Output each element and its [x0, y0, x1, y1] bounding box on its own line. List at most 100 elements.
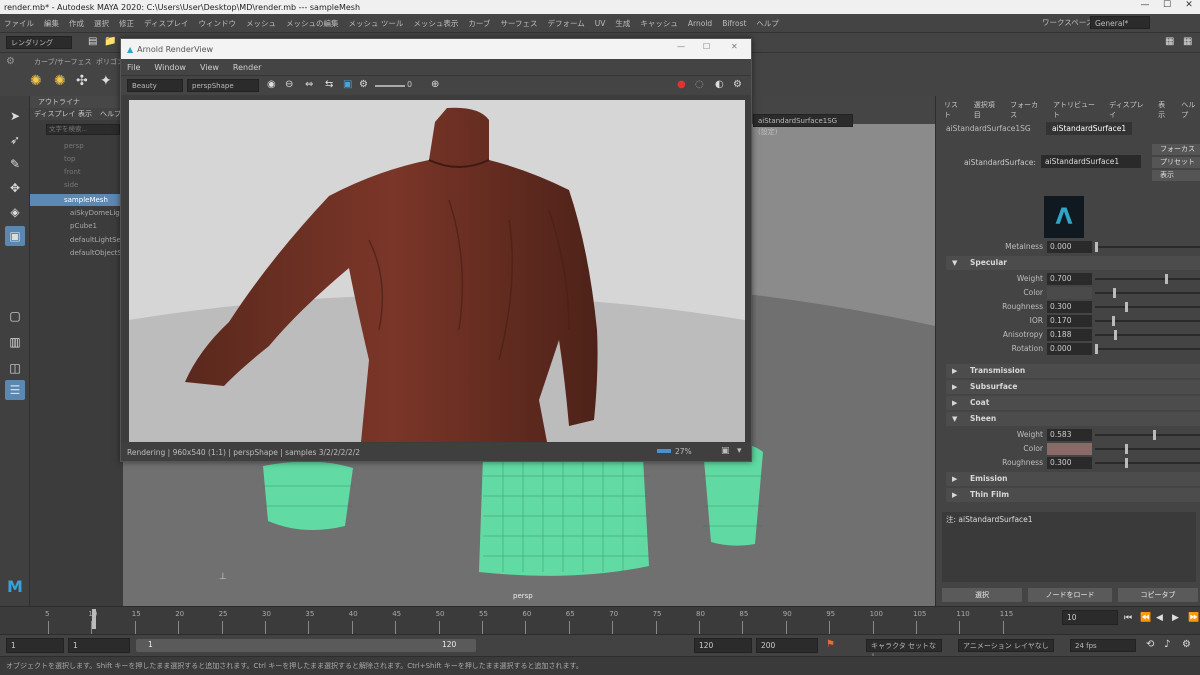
- exposure-slider[interactable]: [375, 85, 405, 87]
- anim-prefs-icon[interactable]: ⚙: [1182, 639, 1191, 650]
- rv-menu-window[interactable]: Window: [154, 63, 186, 72]
- sound-icon[interactable]: ♪: [1164, 639, 1170, 650]
- range-bar[interactable]: 1 120: [136, 639, 476, 652]
- attr-menu-show[interactable]: 表示: [1158, 100, 1171, 119]
- spec-ior-field[interactable]: 0.170: [1047, 315, 1092, 327]
- menu-help[interactable]: ヘルプ: [756, 18, 779, 29]
- menu-file[interactable]: ファイル: [4, 18, 34, 29]
- outliner-layout-icon[interactable]: ☰: [5, 380, 25, 400]
- camera-dropdown[interactable]: perspShape: [187, 79, 259, 92]
- outliner-menu-help[interactable]: ヘルプ: [100, 108, 121, 120]
- attr-menu-list[interactable]: リスト: [944, 100, 964, 119]
- open-scene-icon[interactable]: 📁: [104, 36, 116, 47]
- rv-menu-file[interactable]: File: [127, 63, 140, 72]
- copy-tab-button[interactable]: コピータブ: [1118, 588, 1198, 602]
- menu-select[interactable]: 選択: [94, 18, 109, 29]
- menu-window[interactable]: ウィンドウ: [198, 18, 236, 29]
- spot-light-icon[interactable]: ✦: [100, 73, 112, 89]
- layout-single-icon[interactable]: ▢: [5, 306, 25, 326]
- rgb-channels-icon[interactable]: ⊖: [285, 79, 293, 90]
- sheen-weight-slider[interactable]: [1095, 430, 1200, 440]
- metalness-field[interactable]: 0.000: [1047, 241, 1092, 253]
- outliner-item-skydome[interactable]: aiSkyDomeLight: [30, 207, 127, 219]
- sheen-weight-field[interactable]: 0.583: [1047, 429, 1092, 441]
- focus-button[interactable]: フォーカス: [1152, 144, 1200, 155]
- material-dropdown[interactable]: aiStandardSurface1SG (設定): [753, 114, 853, 136]
- show-button[interactable]: 表示: [1152, 170, 1200, 181]
- spec-color-knob[interactable]: [1113, 288, 1116, 298]
- menu-edit-mesh[interactable]: メッシュの編集: [286, 18, 339, 29]
- outliner-item-top[interactable]: top: [30, 153, 123, 165]
- outliner-item-persp[interactable]: persp: [30, 140, 123, 152]
- area-light-icon[interactable]: ✣: [76, 73, 88, 89]
- menu-mesh[interactable]: メッシュ: [246, 18, 276, 29]
- metalness-knob[interactable]: [1095, 242, 1098, 252]
- presets-button[interactable]: プリセット: [1152, 157, 1200, 168]
- spec-weight-knob[interactable]: [1165, 274, 1168, 284]
- minimize-icon[interactable]: —: [1134, 0, 1156, 14]
- playhead[interactable]: [92, 609, 96, 629]
- light-icon-2[interactable]: ✺: [54, 73, 66, 89]
- sheen-color-knob[interactable]: [1125, 444, 1128, 454]
- outliner-search-input[interactable]: [46, 124, 120, 135]
- spec-rotation-field[interactable]: 0.000: [1047, 343, 1092, 355]
- sheen-weight-knob[interactable]: [1153, 430, 1156, 440]
- menuset-dropdown[interactable]: レンダリング: [6, 36, 72, 49]
- aov-dropdown[interactable]: Beauty: [127, 79, 183, 92]
- paint-tool-icon[interactable]: ✎: [5, 154, 25, 174]
- step-back-icon[interactable]: ⏪: [1140, 613, 1151, 623]
- settings-icon[interactable]: ▦: [1183, 36, 1192, 47]
- render-region-icon[interactable]: ◉: [267, 79, 276, 90]
- play-back-icon[interactable]: ◀: [1156, 613, 1163, 623]
- auto-key-icon[interactable]: ⚑: [826, 639, 835, 650]
- attr-tab-surface[interactable]: aiStandardSurface1: [1046, 122, 1133, 135]
- attr-menu-display[interactable]: ディスプレイ: [1109, 100, 1148, 119]
- range-start-field[interactable]: 1: [68, 638, 130, 653]
- menu-create[interactable]: 作成: [69, 18, 84, 29]
- sheen-section[interactable]: ▼ Sheen: [946, 412, 1200, 426]
- refresh-icon[interactable]: ◌: [695, 79, 704, 90]
- spec-anisotropy-field[interactable]: 0.188: [1047, 329, 1092, 341]
- attr-menu-attributes[interactable]: アトリビュート: [1053, 100, 1099, 119]
- emission-section[interactable]: ▶ Emission: [946, 472, 1200, 486]
- menu-surfaces[interactable]: サーフェス: [500, 18, 537, 29]
- spec-rotation-knob[interactable]: [1095, 344, 1098, 354]
- menu-mesh-tools[interactable]: メッシュ ツール: [348, 18, 403, 29]
- menu-cache[interactable]: キャッシュ: [640, 18, 678, 29]
- outliner-menu-display[interactable]: ディスプレイ: [34, 108, 76, 120]
- spec-anisotropy-knob[interactable]: [1114, 330, 1117, 340]
- spec-ior-slider[interactable]: [1095, 316, 1200, 326]
- outliner-item-lightset[interactable]: defaultLightSet: [30, 234, 124, 246]
- sheen-roughness-field[interactable]: 0.300: [1047, 457, 1092, 469]
- maximize-icon[interactable]: ☐: [1156, 0, 1178, 14]
- outliner-menu-show[interactable]: 表示: [78, 108, 92, 120]
- time-slider[interactable]: 5 10 15 20 25 30 35 40 45 50 55 60 65 70 75 80 85 90 95 100…: [0, 606, 1200, 635]
- attr-menu-help[interactable]: ヘルプ: [1181, 100, 1200, 119]
- sheen-color-swatch[interactable]: [1047, 443, 1092, 455]
- gamma-icon[interactable]: ⊕: [431, 79, 439, 90]
- menu-generate[interactable]: 生成: [615, 18, 630, 29]
- light-icon[interactable]: ✺: [30, 73, 42, 89]
- new-scene-icon[interactable]: ▤: [88, 36, 97, 47]
- spec-anisotropy-slider[interactable]: [1095, 330, 1200, 340]
- outliner-item-front[interactable]: front: [30, 166, 123, 178]
- transmission-section[interactable]: ▶ Transmission: [946, 364, 1200, 378]
- outliner-item-samplemesh[interactable]: sampleMesh: [30, 194, 123, 206]
- rotate-tool-icon[interactable]: ◈: [5, 202, 25, 222]
- shelf-tab-curves[interactable]: カーブ/サーフェス: [34, 57, 92, 67]
- specular-section[interactable]: ▼ Specular: [946, 256, 1200, 270]
- ab-compare-icon[interactable]: ⇆: [325, 79, 333, 90]
- notes-area[interactable]: 注: aiStandardSurface1: [942, 512, 1196, 582]
- fit-view-icon[interactable]: ▣: [721, 446, 730, 456]
- step-forward-icon[interactable]: ⏩: [1188, 613, 1199, 623]
- spec-ior-knob[interactable]: [1112, 316, 1115, 326]
- sheen-roughness-slider[interactable]: [1095, 458, 1200, 468]
- stop-render-icon[interactable]: ●: [677, 79, 686, 90]
- character-set-dropdown[interactable]: キャラクタ セットなし: [866, 639, 942, 661]
- outliner-item-objectset[interactable]: defaultObjectSet: [30, 247, 129, 259]
- load-node-button[interactable]: ノードをロード: [1028, 588, 1112, 602]
- move-tool-icon[interactable]: ✥: [5, 178, 25, 198]
- close-icon[interactable]: ✕: [1178, 0, 1200, 14]
- menu-deform[interactable]: デフォーム: [548, 18, 585, 29]
- rv-maximize-icon[interactable]: ☐: [703, 42, 710, 51]
